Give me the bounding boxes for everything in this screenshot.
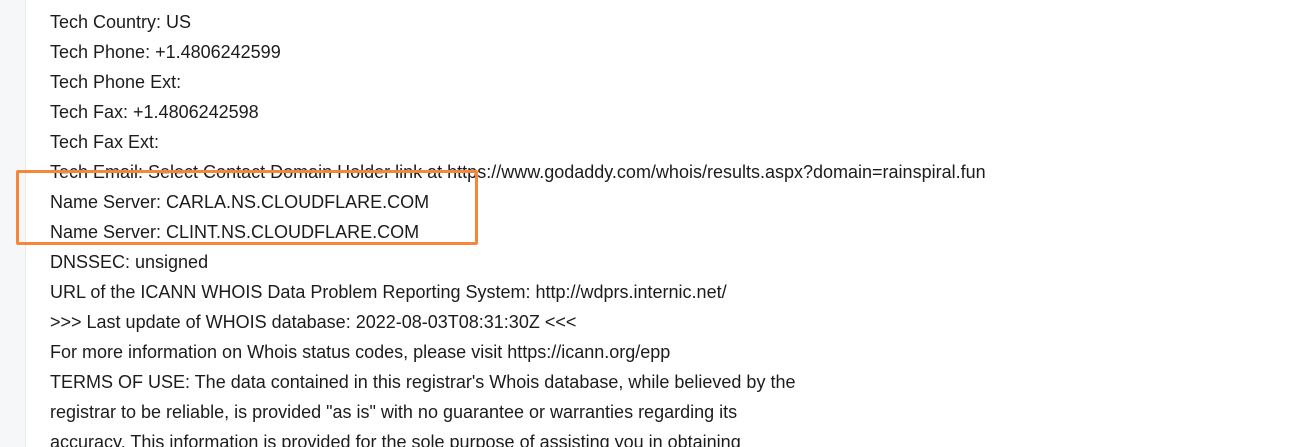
tech-fax-line: Tech Fax: +1.4806242598 <box>50 102 259 122</box>
terms-of-use-line-1: TERMS OF USE: The data contained in this… <box>50 372 796 392</box>
last-update-line: >>> Last update of WHOIS database: 2022-… <box>50 312 577 332</box>
tech-phone-line: Tech Phone: +1.4806242599 <box>50 42 281 62</box>
tech-phone-ext-line: Tech Phone Ext: <box>50 72 182 92</box>
status-codes-info-line: For more information on Whois status cod… <box>50 342 671 362</box>
tech-fax-ext-line: Tech Fax Ext: <box>50 132 160 152</box>
dnssec-line: DNSSEC: unsigned <box>50 252 209 272</box>
tech-country-line: Tech Country: US <box>50 12 192 32</box>
terms-of-use-line-3: accuracy. This information is provided f… <box>50 432 741 447</box>
name-server-highlight-box <box>16 170 478 245</box>
terms-of-use-line-2: registrar to be reliable, is provided "a… <box>50 402 738 422</box>
whois-screenshot: Tech Country: US Tech Phone: +1.48062425… <box>0 0 1296 447</box>
icann-reporting-url-line: URL of the ICANN WHOIS Data Problem Repo… <box>50 282 727 302</box>
